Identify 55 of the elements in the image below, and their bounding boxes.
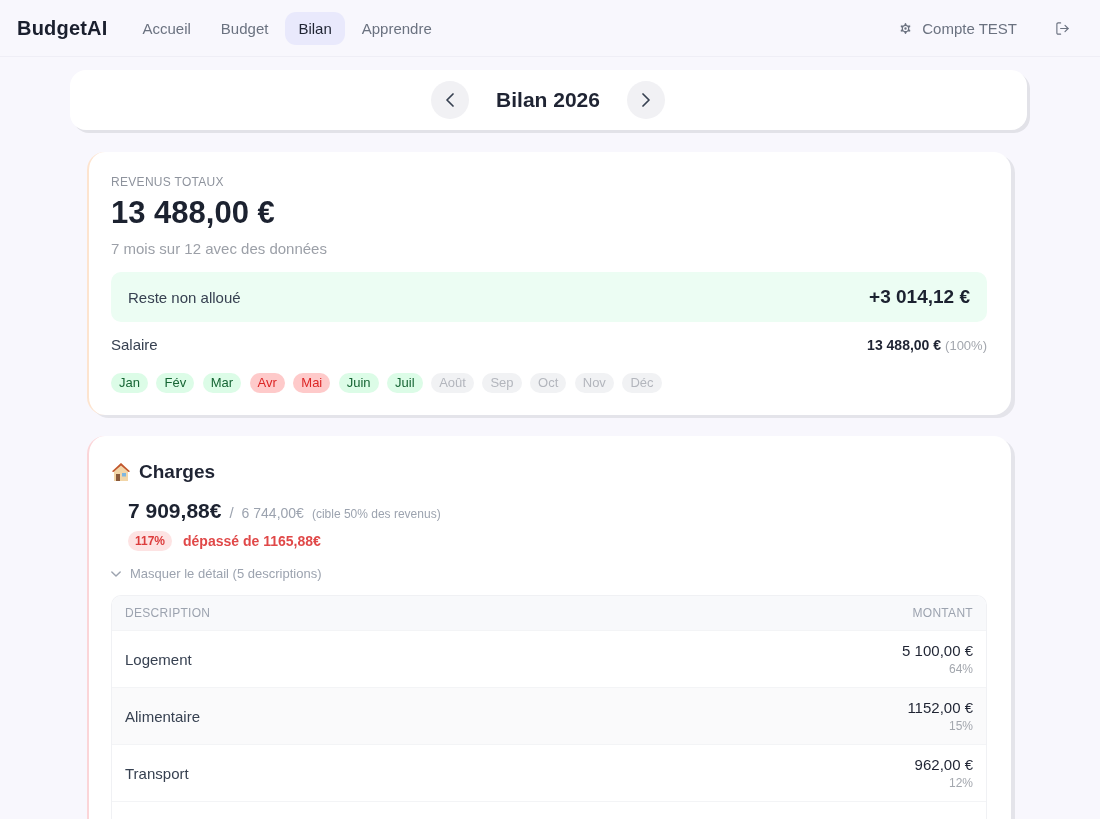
income-source-share: (100%) (945, 337, 987, 353)
column-header: MONTANT (912, 606, 973, 620)
gear-icon (898, 20, 914, 36)
month-tag: Mar (202, 373, 242, 393)
income-source-name: Salaire (111, 336, 158, 353)
description-cell: Alimentaire (125, 707, 201, 725)
month-tag: Mai (293, 373, 331, 393)
detail-toggle[interactable]: Masquer le détail (5 descriptions) (111, 566, 322, 581)
chevron-right-icon (641, 93, 650, 107)
income-source-amount: 13 488,00 € (867, 336, 942, 353)
month-tag: Août (431, 373, 474, 393)
description-cell: Logement (125, 650, 192, 668)
charges-title: Charges (139, 460, 216, 484)
logout-button[interactable] (1055, 20, 1070, 36)
unallocated-amount: +3 014,12 € (869, 286, 970, 308)
share-cell: 64% (948, 662, 973, 676)
month-tag: Nov (574, 373, 614, 393)
percent-badge: 117% (128, 531, 173, 551)
overrun-text: dépassé de 1165,88€ (183, 533, 321, 549)
revenue-subtitle: 7 mois sur 12 avec des données (111, 240, 328, 257)
month-tag: Oct (530, 373, 567, 393)
revenue-label: REVENUS TOTAUX (111, 174, 225, 190)
revenue-total: 13 488,00 € (111, 194, 276, 232)
app-logo[interactable]: BudgetAI (17, 16, 108, 40)
chevron-left-icon (446, 93, 455, 107)
previous-year-button[interactable] (431, 81, 470, 119)
chevron-down-icon (111, 570, 121, 577)
amount-cell: 1152,00 € (907, 699, 973, 716)
logout-icon (1055, 20, 1070, 36)
column-header: DESCRIPTION (125, 606, 211, 620)
charges-target: 6 744,00€ (241, 505, 304, 521)
nav-tab[interactable]: Accueil (129, 11, 204, 45)
month-tag: Sep (482, 373, 522, 393)
house-icon (111, 462, 131, 482)
target-note: (cible 50% des revenus) (311, 507, 441, 521)
month-tag: Juin (338, 373, 379, 393)
nav-tab[interactable]: Bilan (285, 11, 345, 45)
nav-tab[interactable]: Budget (207, 11, 282, 45)
next-year-button[interactable] (626, 81, 665, 119)
month-tag: Juil (387, 373, 423, 393)
share-cell: 15% (948, 719, 973, 733)
amount-cell: 5 100,00 € (902, 642, 973, 659)
account-button[interactable]: Compte TEST (898, 15, 1017, 41)
month-tag: Jan (111, 373, 148, 393)
amount-cell: 962,00 € (914, 756, 973, 773)
month-tag: Fév (156, 373, 195, 393)
nav-tab[interactable]: Apprendre (348, 11, 445, 45)
month-tag: Déc (622, 373, 662, 393)
month-tag: Avr (249, 373, 285, 393)
year-title: Bilan 2026 (496, 88, 600, 112)
charges-amount: 7 909,88€ (128, 499, 222, 523)
share-cell: 12% (948, 776, 973, 790)
description-cell: Transport (125, 764, 189, 782)
unallocated-label: Reste non alloué (128, 288, 241, 306)
amount-separator: / (229, 504, 234, 521)
